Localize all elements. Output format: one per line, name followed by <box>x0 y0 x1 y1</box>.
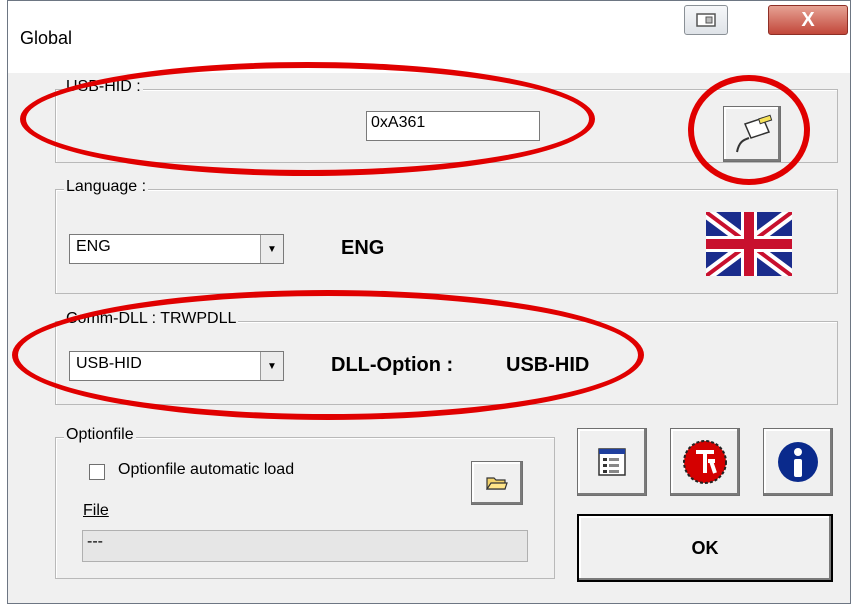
close-button[interactable]: X <box>768 5 848 35</box>
logo-button[interactable] <box>670 428 740 496</box>
chevron-down-icon[interactable]: ▼ <box>260 235 283 263</box>
language-display: ENG <box>341 237 385 259</box>
file-label: File <box>83 502 109 519</box>
info-icon <box>778 442 818 482</box>
info-button[interactable] <box>763 428 833 496</box>
comm-dll-group-label: Comm-DLL : TRWPDLL <box>64 310 239 328</box>
ok-button-label: OK <box>691 537 719 558</box>
tr-logo-icon <box>683 440 727 484</box>
language-group-label: Language : <box>64 178 149 196</box>
restore-icon <box>696 13 716 27</box>
optionfile-group: Optionfile Optionfile automatic load Fil… <box>55 426 555 579</box>
comm-dll-select-value: USB-HID <box>76 355 142 372</box>
window-list-icon <box>598 448 626 476</box>
optionfile-group-label: Optionfile <box>64 426 136 444</box>
comm-dll-group: Comm-DLL : TRWPDLL USB-HID ▼ DLL-Option … <box>55 310 838 405</box>
auto-load-checkbox[interactable] <box>89 464 105 480</box>
auto-load-label: Optionfile automatic load <box>118 461 295 478</box>
dll-option-value: USB-HID <box>506 354 590 376</box>
title-bar[interactable]: Global X <box>8 1 850 73</box>
language-select[interactable]: ENG ▼ <box>69 234 284 264</box>
window-title: Global <box>20 28 73 48</box>
chevron-down-icon[interactable]: ▼ <box>260 352 283 380</box>
usb-plug-icon <box>736 114 773 153</box>
usb-hid-group-label: USB-HID : <box>64 78 143 96</box>
uk-flag-icon <box>706 212 792 276</box>
browse-folder-button[interactable] <box>471 461 523 505</box>
close-icon: X <box>801 8 815 31</box>
open-folder-icon <box>486 477 508 490</box>
file-path-field[interactable]: --- <box>82 530 528 562</box>
settings-button[interactable] <box>577 428 647 496</box>
ok-button[interactable]: OK <box>577 514 833 582</box>
dll-option-label: DLL-Option : <box>331 354 454 376</box>
language-select-value: ENG <box>76 238 111 255</box>
usb-hid-id-field[interactable]: 0xA361 <box>366 111 540 141</box>
restore-button[interactable] <box>684 5 728 35</box>
global-dialog: Global X USB-HID : 0xA361 Language : ENG… <box>7 0 851 604</box>
usb-hid-group: USB-HID : 0xA361 <box>55 78 838 163</box>
comm-dll-select[interactable]: USB-HID ▼ <box>69 351 284 381</box>
usb-connect-button[interactable] <box>723 106 781 162</box>
